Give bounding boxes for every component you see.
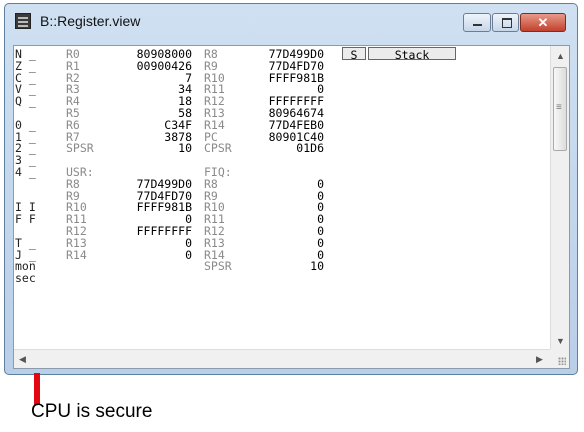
register-value: 77D499D0 [136, 176, 192, 191]
register-content: S Stack N _ R0 80908000 R8 77D499D0 Z _ R1 0090… [14, 46, 551, 350]
register-value: 0 [317, 212, 324, 227]
title-bar[interactable]: B::Register.view ✕ [5, 4, 577, 38]
register-value: FFFF981B [268, 70, 324, 85]
flag-cell: T _ [15, 235, 36, 250]
register-window: B::Register.view ✕ S Stack N _ R0 80908000… [4, 3, 578, 375]
register-value: 0 [317, 176, 324, 191]
flag-cell: 0 _ [15, 117, 36, 132]
register-row: 2 _ SPSR 10 CPSR 01D6 [14, 142, 334, 154]
size-grip[interactable] [550, 349, 569, 368]
flag-cell: F F [15, 212, 36, 227]
close-button[interactable]: ✕ [520, 13, 566, 32]
scroll-left-icon[interactable]: ◀ [19, 354, 26, 365]
flag-cell: sec [15, 271, 36, 286]
register-value: 0 [185, 235, 192, 250]
minimize-icon [473, 24, 482, 26]
stack-button[interactable]: Stack [368, 47, 456, 61]
register-name: R6 [66, 117, 80, 132]
register-value: 10 [310, 259, 324, 274]
resize-grip-icon [558, 357, 566, 365]
register-row: R12 FFFFFFFF R12 0 [14, 225, 334, 237]
register-row: T _ R13 0 R13 0 [14, 237, 334, 249]
register-value: 00900426 [136, 58, 192, 73]
register-value: 01D6 [296, 141, 324, 156]
flag-cell: Z _ [15, 58, 36, 73]
register-row: 3 _ [14, 154, 334, 166]
scroll-down-icon[interactable]: ▼ [556, 336, 565, 346]
register-window-icon [15, 13, 31, 29]
register-name: SPSR [66, 141, 94, 156]
flag-cell: Q _ [15, 94, 36, 109]
register-value: 10 [178, 141, 192, 156]
register-value: 0 [317, 188, 324, 203]
register-name: R13 [66, 235, 87, 250]
register-name: R9 [204, 58, 218, 73]
close-icon: ✕ [537, 15, 549, 30]
register-row: sec [14, 272, 334, 284]
register-value: 0 [317, 235, 324, 250]
register-name: R13 [204, 235, 225, 250]
horizontal-scrollbar[interactable]: ◀ ▶ [14, 349, 551, 368]
register-value: FFFFFFFF [136, 224, 192, 238]
maximize-button[interactable] [492, 13, 519, 32]
register-row: C _ R2 7 R10 FFFF981B [14, 72, 334, 84]
register-name: R14 [66, 247, 87, 262]
maximize-icon [502, 18, 512, 28]
register-name: R8 [66, 176, 80, 191]
register-row: R8 77D499D0 R8 0 [14, 178, 334, 190]
register-row: mon SPSR 10 [14, 260, 334, 272]
register-value: 0 [317, 224, 324, 238]
register-view: S Stack N _ R0 80908000 R8 77D499D0 Z _ R1 0090… [13, 45, 570, 369]
register-value: 0 [317, 200, 324, 215]
register-value: 0 [185, 247, 192, 262]
register-value: 77D4FEB0 [268, 117, 324, 132]
register-row: 0 _ R6 C34F R14 77D4FEB0 [14, 119, 334, 131]
vertical-scroll-thumb[interactable] [553, 67, 567, 151]
register-name: R14 [204, 117, 225, 132]
register-name: SPSR [204, 259, 232, 274]
window-title: B::Register.view [40, 13, 141, 29]
register-value: FFFF981B [136, 200, 192, 215]
register-value: 77D4FD70 [268, 58, 324, 73]
s-button[interactable]: S [342, 47, 366, 61]
register-row: Z _ R1 00900426 R9 77D4FD70 [14, 60, 334, 72]
minimize-button[interactable] [463, 13, 491, 32]
register-row: I I R10 FFFF981B R10 0 [14, 201, 334, 213]
annotation-text: CPU is secure [31, 401, 153, 422]
register-name: CPSR [204, 141, 232, 156]
register-name: R8 [204, 176, 218, 191]
register-row: 1 _ R7 3878 PC 80901C40 [14, 131, 334, 143]
register-name: R1 [66, 58, 80, 73]
register-row: J _ R14 0 R14 0 [14, 249, 334, 261]
register-value: C34F [164, 117, 192, 132]
vertical-scrollbar[interactable]: ▲ ▼ [550, 46, 569, 350]
scroll-up-icon[interactable]: ▲ [556, 51, 565, 61]
scroll-right-icon[interactable]: ▶ [536, 354, 543, 365]
flag-cell: 4 _ [15, 165, 36, 179]
